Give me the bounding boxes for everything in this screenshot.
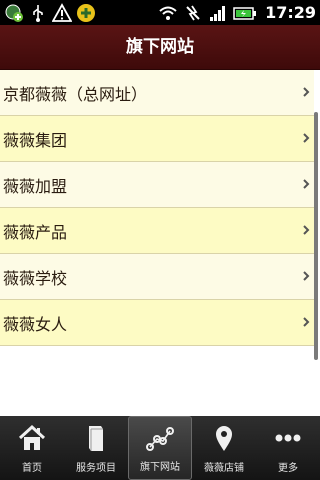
book-icon [81,424,111,452]
chevron-right-icon [303,225,310,235]
list-item[interactable]: 薇薇学校 [0,254,314,300]
globe-add-icon [4,3,24,23]
more-dots-icon [273,424,303,452]
tab-label: 服务项目 [76,463,116,474]
list-item-label: 薇薇产品 [3,222,68,242]
tab-label: 更多 [278,463,298,474]
list-item-label: 薇薇加盟 [3,176,68,196]
tab-services[interactable]: 服务项目 [64,416,128,480]
battery-icon [233,3,257,23]
site-list: 京都薇薇（总网址） 薇薇集团 薇薇加盟 薇薇产品 薇薇学校 薇薇女人 [0,70,314,346]
tab-sites[interactable]: 旗下网站 [128,416,192,480]
chevron-right-icon [303,133,310,143]
list-item[interactable]: 薇薇女人 [0,300,314,346]
usb-icon [28,3,48,23]
page-title: 旗下网站 [0,25,320,70]
list-item[interactable]: 薇薇产品 [0,208,314,254]
warning-icon [51,2,73,23]
location-pin-icon [209,424,239,452]
chevron-right-icon [303,87,310,97]
home-icon [17,424,47,452]
chevron-right-icon [303,179,310,189]
list-item[interactable]: 薇薇加盟 [0,162,314,208]
tab-label: 薇薇店铺 [204,463,244,474]
no-signal-icon [183,3,203,23]
wifi-icon [158,3,178,23]
status-time: 17:29 [265,3,316,22]
tab-more[interactable]: 更多 [256,416,320,480]
signal-icon [208,3,228,23]
list-item-label: 薇薇学校 [3,268,68,288]
chevron-right-icon [303,317,310,327]
network-icon [145,425,175,453]
list-item-label: 薇薇女人 [3,314,68,334]
bottom-tab-bar: 首页 服务项目 旗下网站 薇薇店铺 更多 [0,416,320,480]
status-bar: 17:29 [0,0,320,25]
chevron-right-icon [303,271,310,281]
tab-label: 首页 [22,463,42,474]
app-icon [76,3,96,23]
tab-label: 旗下网站 [140,462,180,473]
list-item[interactable]: 京都薇薇（总网址） [0,70,314,116]
tab-home[interactable]: 首页 [0,416,64,480]
tab-shops[interactable]: 薇薇店铺 [192,416,256,480]
list-item-label: 薇薇集团 [3,130,68,150]
list-item-label: 京都薇薇（总网址） [3,84,148,104]
scrollbar[interactable] [314,112,318,360]
list-item[interactable]: 薇薇集团 [0,116,314,162]
